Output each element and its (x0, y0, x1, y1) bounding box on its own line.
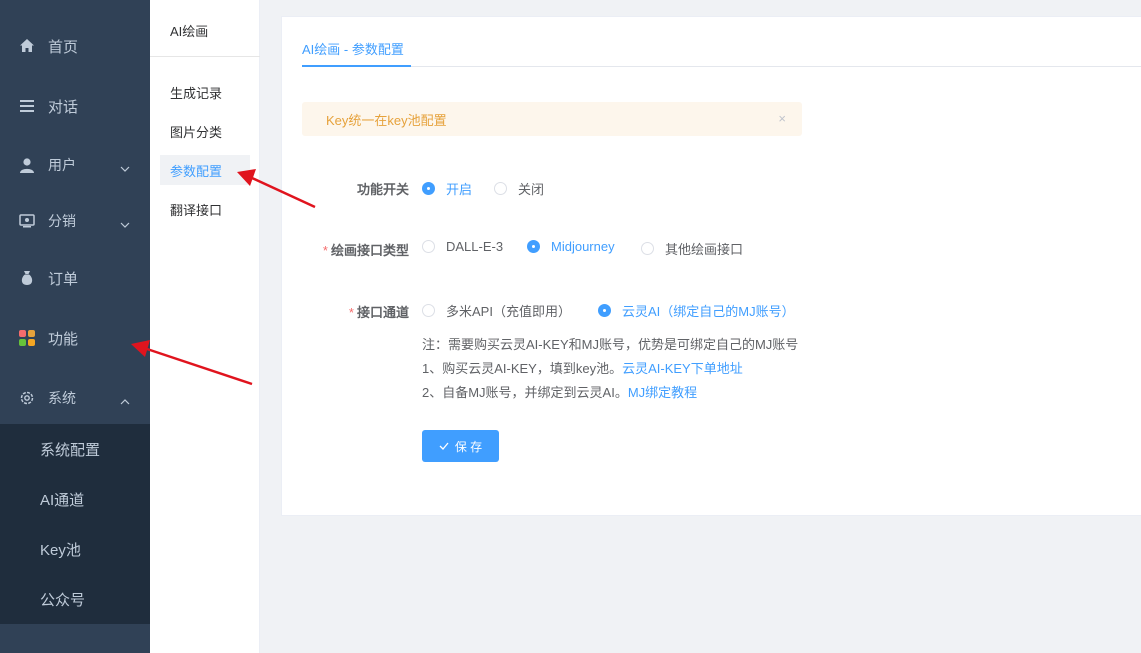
check-icon (439, 439, 449, 453)
label-text: 功能开关 (356, 182, 409, 197)
home-icon (18, 37, 36, 55)
note-line-3: 2、自备MJ账号，并绑定到云灵AI。MJ绑定教程 (422, 382, 697, 401)
radio-label: Midjourney (551, 239, 615, 254)
switch-label: 功能开关 (312, 179, 409, 198)
chevron-down-icon (120, 215, 130, 231)
radio-dot (494, 182, 507, 195)
radio-label: 开启 (446, 182, 473, 197)
note-line-2: 1、购买云灵AI-KEY，填到key池。云灵AI-KEY下单地址 (422, 358, 743, 377)
nav-label: 分销 (48, 213, 76, 229)
nav-item-features[interactable]: 功能 (0, 308, 150, 368)
warning-alert: Key统一在key池配置 × (302, 102, 802, 136)
submenu-item-key-pool[interactable]: Key池 (0, 524, 150, 574)
submenu-item-system-config[interactable]: 系统配置 (0, 424, 150, 474)
radio-yunling-ai[interactable]: 云灵AI（绑定自己的MJ账号） (598, 301, 795, 320)
system-submenu: 系统配置 AI通道 Key池 公众号 (0, 424, 150, 624)
radio-dot (598, 304, 611, 317)
save-label: 保 存 (454, 439, 483, 454)
menu-item-image-categories[interactable]: 图片分类 (160, 116, 250, 146)
nav-item-user[interactable]: 用户 (0, 135, 150, 195)
apps-icon (18, 329, 36, 347)
radio-label: 关闭 (518, 182, 545, 197)
radio-label: 云灵AI（绑定自己的MJ账号） (622, 304, 795, 319)
menu-item-translation-api[interactable]: 翻译接口 (160, 194, 250, 224)
chevron-down-icon (120, 159, 130, 175)
tab-bar-line (302, 66, 1141, 67)
radio-label: 其他绘画接口 (665, 242, 744, 257)
radio-dot (641, 242, 654, 255)
radio-other-api[interactable]: 其他绘画接口 (641, 239, 743, 258)
nav-label: 对话 (48, 98, 79, 116)
tab-parameter-config[interactable]: AI绘画 - 参数配置 (302, 39, 404, 58)
menu-item-parameter-config[interactable]: 参数配置 (160, 155, 250, 185)
tab-active-indicator (302, 65, 411, 67)
channel-label: * 接口通道 (302, 302, 409, 321)
list-icon (18, 97, 36, 115)
note-text: 1、购买云灵AI-KEY，填到key池。 (422, 361, 623, 376)
nav-item-system[interactable]: 系统 (0, 368, 150, 428)
nav-item-orders[interactable]: 订单 (0, 248, 150, 308)
submenu-item-official-account[interactable]: 公众号 (0, 574, 150, 624)
nav-label: 功能 (48, 330, 79, 348)
save-button[interactable]: 保 存 (422, 430, 499, 462)
radio-label: 多米API（充值即用） (446, 304, 571, 319)
user-icon (18, 156, 36, 174)
gear-icon (18, 389, 36, 407)
radio-dot (527, 240, 540, 253)
alert-message: Key统一在key池配置 (326, 112, 447, 128)
yunling-key-order-link[interactable]: 云灵AI-KEY下单地址 (622, 361, 743, 376)
label-text: 接口通道 (356, 305, 409, 320)
nav-label: 用户 (48, 157, 76, 173)
divider (150, 56, 260, 57)
radio-label: DALL-E-3 (446, 239, 504, 254)
secondary-menu-title: AI绘画 (170, 24, 209, 39)
label-text: 绘画接口类型 (330, 243, 409, 258)
main-sidebar: 首页 对话 用户 分销 订单 功能 系统 系统配置 AI通道 Key池 公众号 (0, 0, 150, 653)
menu-item-generation-records[interactable]: 生成记录 (160, 77, 250, 107)
money-bag-icon (18, 269, 36, 287)
note-text: 2、自备MJ账号，并绑定到云灵AI。 (422, 385, 628, 400)
nav-label: 订单 (48, 270, 79, 288)
required-mark: * (322, 243, 328, 258)
radio-switch-on[interactable]: 开启 (422, 179, 472, 198)
radio-dot (422, 182, 435, 195)
radio-switch-off[interactable]: 关闭 (494, 179, 544, 198)
nav-item-home[interactable]: 首页 (0, 16, 150, 76)
radio-midjourney[interactable]: Midjourney (527, 239, 615, 254)
radio-dalle3[interactable]: DALL-E-3 (422, 239, 503, 254)
mj-binding-tutorial-link[interactable]: MJ绑定教程 (628, 385, 697, 400)
chevron-up-icon (120, 392, 130, 408)
nav-label: 首页 (48, 38, 79, 56)
submenu-item-ai-channel[interactable]: AI通道 (0, 474, 150, 524)
radio-dot (422, 304, 435, 317)
radio-dot (422, 240, 435, 253)
secondary-menu: AI绘画 生成记录 图片分类 参数配置 翻译接口 (150, 0, 260, 653)
radio-duomi-api[interactable]: 多米API（充值即用） (422, 301, 571, 320)
config-card: AI绘画 - 参数配置 Key统一在key池配置 × 功能开关 开启 关闭 * 绘… (281, 16, 1141, 516)
close-icon[interactable]: × (778, 111, 786, 126)
nav-item-chat[interactable]: 对话 (0, 76, 150, 136)
api-type-label: * 绘画接口类型 (302, 240, 409, 259)
required-mark: * (348, 305, 354, 320)
share-icon (18, 212, 36, 230)
nav-item-distribution[interactable]: 分销 (0, 191, 150, 251)
note-line-1: 注：需要购买云灵AI-KEY和MJ账号，优势是可绑定自己的MJ账号 (422, 337, 799, 352)
nav-label: 系统 (48, 390, 76, 406)
